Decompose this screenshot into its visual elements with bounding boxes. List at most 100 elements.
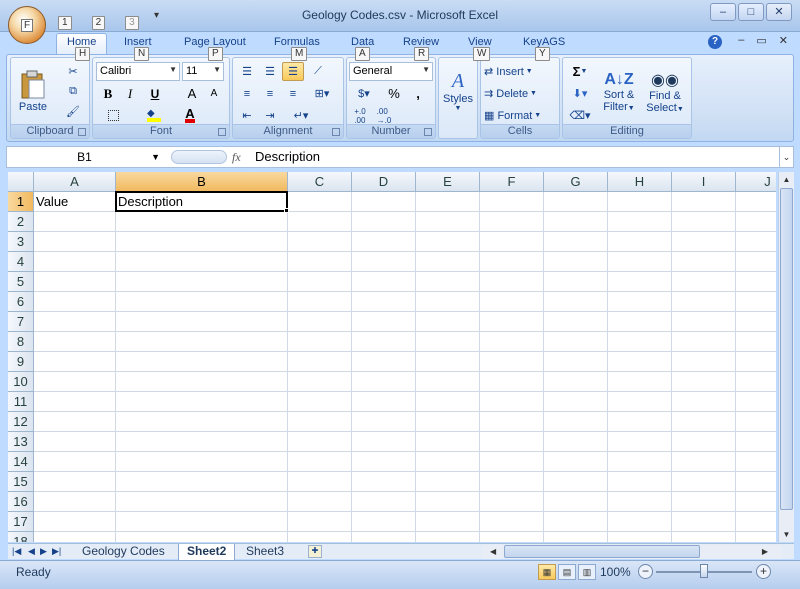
column-header-g[interactable]: G bbox=[544, 172, 608, 192]
delete-cells-button[interactable]: ⇉ Delete ▼ bbox=[483, 84, 555, 103]
fill-button[interactable]: ⬇▾ bbox=[565, 84, 595, 103]
orientation-button[interactable]: ⟋ bbox=[307, 62, 329, 81]
merge-center-button[interactable]: ⊞▾ bbox=[307, 84, 337, 103]
row-header-10[interactable]: 10 bbox=[8, 372, 34, 392]
row-header-5[interactable]: 5 bbox=[8, 272, 34, 292]
zoom-out-button[interactable]: − bbox=[638, 564, 653, 579]
insert-function-icon[interactable]: fx bbox=[232, 150, 241, 165]
sheet-tab-sheet2[interactable]: Sheet2 bbox=[178, 544, 236, 560]
column-header-h[interactable]: H bbox=[608, 172, 672, 192]
horizontal-scrollbar[interactable]: ◀ ▶ bbox=[482, 545, 782, 559]
column-header-a[interactable]: A bbox=[34, 172, 116, 192]
sheet-tab-sheet3[interactable]: Sheet3 bbox=[238, 544, 292, 560]
scroll-left-icon[interactable]: ◀ bbox=[490, 545, 496, 559]
insert-cells-button[interactable]: ⇄ Insert ▼ bbox=[483, 62, 555, 81]
increase-indent-button[interactable]: ⇥ bbox=[259, 106, 281, 125]
clipboard-dialog-launcher[interactable] bbox=[78, 128, 86, 136]
column-header-j[interactable]: J bbox=[736, 172, 776, 192]
row-header-13[interactable]: 13 bbox=[8, 432, 34, 452]
row-header-18[interactable]: 18 bbox=[8, 532, 34, 542]
align-center-button[interactable]: ≡ bbox=[259, 84, 281, 103]
name-box[interactable]: B1 ▼ bbox=[7, 147, 162, 167]
row-header-8[interactable]: 8 bbox=[8, 332, 34, 352]
fill-handle[interactable] bbox=[284, 208, 289, 213]
row-header-2[interactable]: 2 bbox=[8, 212, 34, 232]
bold-button[interactable]: B bbox=[98, 84, 118, 103]
decrease-decimal-button[interactable]: .00 →.0 bbox=[373, 106, 395, 125]
normal-view-button[interactable]: ▦ bbox=[538, 564, 556, 580]
close-button[interactable]: ✕ bbox=[766, 3, 792, 21]
workbook-close-button[interactable]: ✕ bbox=[779, 34, 788, 47]
row-header-9[interactable]: 9 bbox=[8, 352, 34, 372]
row-header-6[interactable]: 6 bbox=[8, 292, 34, 312]
alignment-dialog-launcher[interactable] bbox=[332, 128, 340, 136]
scroll-down-icon[interactable]: ▼ bbox=[779, 527, 794, 542]
percent-style-button[interactable]: % bbox=[383, 84, 405, 103]
formula-input[interactable]: Description bbox=[255, 149, 320, 164]
font-size-combo[interactable]: 11 ▼ bbox=[182, 62, 224, 81]
accounting-format-button[interactable]: $▾ bbox=[349, 84, 379, 103]
comma-style-button[interactable]: , bbox=[407, 84, 429, 103]
expand-formula-bar-icon[interactable]: ⌄ bbox=[779, 147, 793, 167]
column-header-i[interactable]: I bbox=[672, 172, 736, 192]
last-sheet-icon[interactable]: ▶| bbox=[52, 544, 61, 559]
decrease-indent-button[interactable]: ⇤ bbox=[236, 106, 258, 125]
worksheet-grid[interactable]: A B C D E F G H I J 1 2 3 4 5 6 7 8 9 10 11 12 13 14 15 16 17 18 Val… bbox=[8, 172, 776, 542]
scroll-up-icon[interactable]: ▲ bbox=[779, 172, 794, 187]
font-dialog-launcher[interactable] bbox=[218, 128, 226, 136]
help-icon[interactable]: ? bbox=[708, 35, 722, 49]
select-all-button[interactable] bbox=[8, 172, 34, 192]
page-layout-view-button[interactable]: ▤ bbox=[558, 564, 576, 580]
align-middle-button[interactable]: ☰ bbox=[259, 62, 281, 81]
chevron-down-icon[interactable]: ▼ bbox=[151, 147, 160, 167]
vertical-scroll-thumb[interactable] bbox=[780, 188, 793, 510]
clear-button[interactable]: ⌫▾ bbox=[565, 106, 595, 125]
borders-button[interactable] bbox=[98, 106, 128, 125]
grow-font-button[interactable]: A bbox=[182, 84, 202, 103]
sheet-tab-geology-codes[interactable]: Geology Codes bbox=[74, 544, 173, 560]
column-header-c[interactable]: C bbox=[288, 172, 352, 192]
horizontal-scroll-thumb[interactable] bbox=[504, 545, 700, 558]
underline-button[interactable]: U bbox=[142, 84, 168, 103]
workbook-restore-button[interactable]: ▭ bbox=[756, 34, 766, 47]
cell-a1[interactable]: Value bbox=[34, 192, 116, 212]
row-header-12[interactable]: 12 bbox=[8, 412, 34, 432]
row-header-17[interactable]: 17 bbox=[8, 512, 34, 532]
row-header-11[interactable]: 11 bbox=[8, 392, 34, 412]
row-header-14[interactable]: 14 bbox=[8, 452, 34, 472]
page-break-view-button[interactable]: ▥ bbox=[578, 564, 596, 580]
cut-button[interactable]: ✂ bbox=[63, 62, 83, 80]
format-cells-button[interactable]: ▦ Format ▼ bbox=[483, 106, 555, 125]
align-left-button[interactable]: ≡ bbox=[236, 84, 258, 103]
font-color-button[interactable]: A bbox=[173, 106, 207, 125]
styles-button[interactable]: A Styles ▼ bbox=[441, 60, 475, 122]
align-bottom-button[interactable]: ☰ bbox=[282, 62, 304, 81]
prev-sheet-icon[interactable]: ◀ bbox=[28, 544, 35, 559]
align-top-button[interactable]: ☰ bbox=[236, 62, 258, 81]
number-dialog-launcher[interactable] bbox=[424, 128, 432, 136]
insert-sheet-icon[interactable]: ✚ bbox=[308, 545, 322, 558]
row-header-3[interactable]: 3 bbox=[8, 232, 34, 252]
minimize-button[interactable]: – bbox=[710, 3, 736, 21]
format-painter-button[interactable]: 🖌 bbox=[63, 102, 83, 120]
sort-filter-button[interactable]: A↓Z Sort & Filter▼ bbox=[599, 60, 639, 124]
column-header-e[interactable]: E bbox=[416, 172, 480, 192]
workbook-minimize-button[interactable]: – bbox=[738, 34, 744, 47]
column-header-d[interactable]: D bbox=[352, 172, 416, 192]
row-header-16[interactable]: 16 bbox=[8, 492, 34, 512]
paste-button[interactable]: Paste bbox=[15, 60, 51, 122]
copy-button[interactable]: ⧉ bbox=[63, 82, 83, 100]
formula-bar-resize-handle[interactable] bbox=[171, 150, 227, 164]
autosum-button[interactable]: Σ ▼ bbox=[565, 62, 595, 81]
zoom-in-button[interactable]: + bbox=[756, 564, 771, 579]
qat-save-keytip[interactable]: 1 bbox=[58, 16, 72, 30]
vertical-scrollbar[interactable]: ▲ ▼ bbox=[778, 172, 794, 542]
qat-redo-keytip[interactable]: 3 bbox=[125, 16, 139, 30]
row-header-7[interactable]: 7 bbox=[8, 312, 34, 332]
row-header-1[interactable]: 1 bbox=[8, 192, 34, 212]
wrap-text-button[interactable]: ↵▾ bbox=[285, 106, 317, 125]
column-header-f[interactable]: F bbox=[480, 172, 544, 192]
align-right-button[interactable]: ≡ bbox=[282, 84, 304, 103]
next-sheet-icon[interactable]: ▶ bbox=[40, 544, 47, 559]
scroll-right-icon[interactable]: ▶ bbox=[762, 545, 768, 559]
